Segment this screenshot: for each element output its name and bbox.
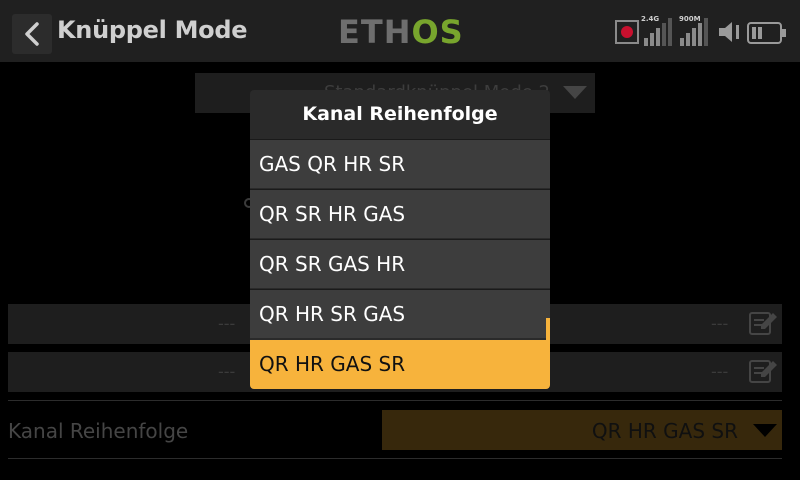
rf-900m-label: 900M	[679, 15, 701, 23]
battery-icon	[747, 22, 786, 44]
page-title: Knüppel Mode	[57, 16, 248, 44]
top-bar: Knüppel Mode ETHOS 2.4G 900M	[0, 0, 800, 62]
option-item[interactable]: QR SR GAS HR	[250, 239, 550, 288]
ethos-logo: ETHOS	[338, 13, 464, 51]
popup-scrollbar[interactable]	[546, 318, 550, 340]
option-item[interactable]: QR HR SR GAS	[250, 289, 550, 338]
speaker-icon[interactable]	[717, 20, 743, 44]
rf-24g-label: 2.4G	[641, 15, 660, 23]
status-bar: 2.4G 900M	[615, 15, 790, 48]
record-icon	[615, 20, 639, 44]
option-item[interactable]: GAS QR HR SR	[250, 139, 550, 188]
option-item-selected[interactable]: QR HR GAS SR	[250, 340, 550, 389]
back-button[interactable]	[12, 14, 52, 54]
channel-order-popup: Kanal Reihenfolge GAS QR HR SR QR SR HR …	[250, 90, 550, 389]
back-arrow-icon	[25, 22, 39, 46]
popup-title: Kanal Reihenfolge	[302, 103, 498, 125]
option-item[interactable]: QR SR HR GAS	[250, 189, 550, 238]
